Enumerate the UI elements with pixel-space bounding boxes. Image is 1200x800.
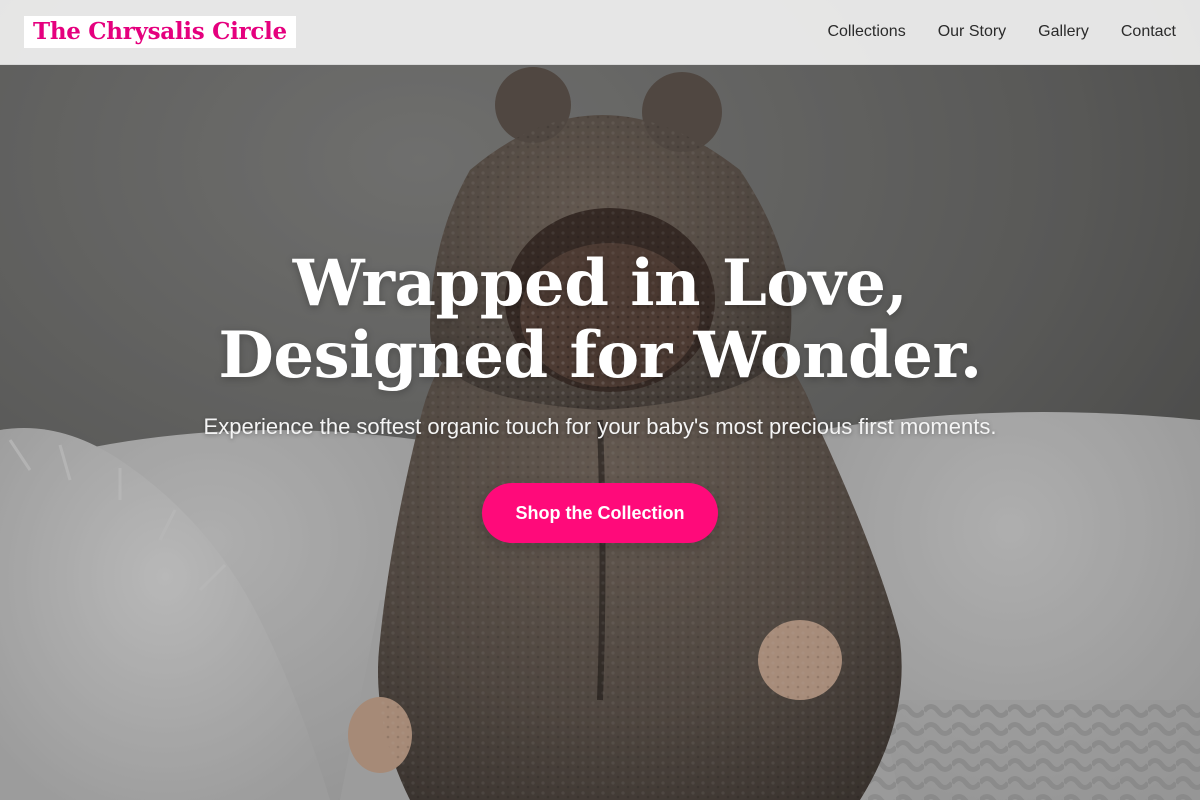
- nav-item-our-story[interactable]: Our Story: [938, 23, 1006, 41]
- brand-logo[interactable]: The Chrysalis Circle: [24, 16, 296, 48]
- hero-title: Wrapped in Love, Designed for Wonder.: [0, 248, 1200, 392]
- nav-item-gallery[interactable]: Gallery: [1038, 23, 1089, 41]
- site-header: The Chrysalis Circle Collections Our Sto…: [0, 0, 1200, 65]
- nav-item-contact[interactable]: Contact: [1121, 23, 1176, 41]
- shop-collection-button[interactable]: Shop the Collection: [482, 483, 718, 543]
- hero-section: Wrapped in Love, Designed for Wonder. Ex…: [0, 248, 1200, 543]
- hero-title-line-1: Wrapped in Love,: [292, 246, 908, 321]
- nav-item-collections[interactable]: Collections: [827, 23, 905, 41]
- hero-title-line-2: Designed for Wonder.: [218, 318, 982, 393]
- hero-subtitle: Experience the softest organic touch for…: [203, 414, 997, 439]
- main-nav: Collections Our Story Gallery Contact: [827, 23, 1176, 41]
- landing-page: The Chrysalis Circle Collections Our Sto…: [0, 0, 1200, 800]
